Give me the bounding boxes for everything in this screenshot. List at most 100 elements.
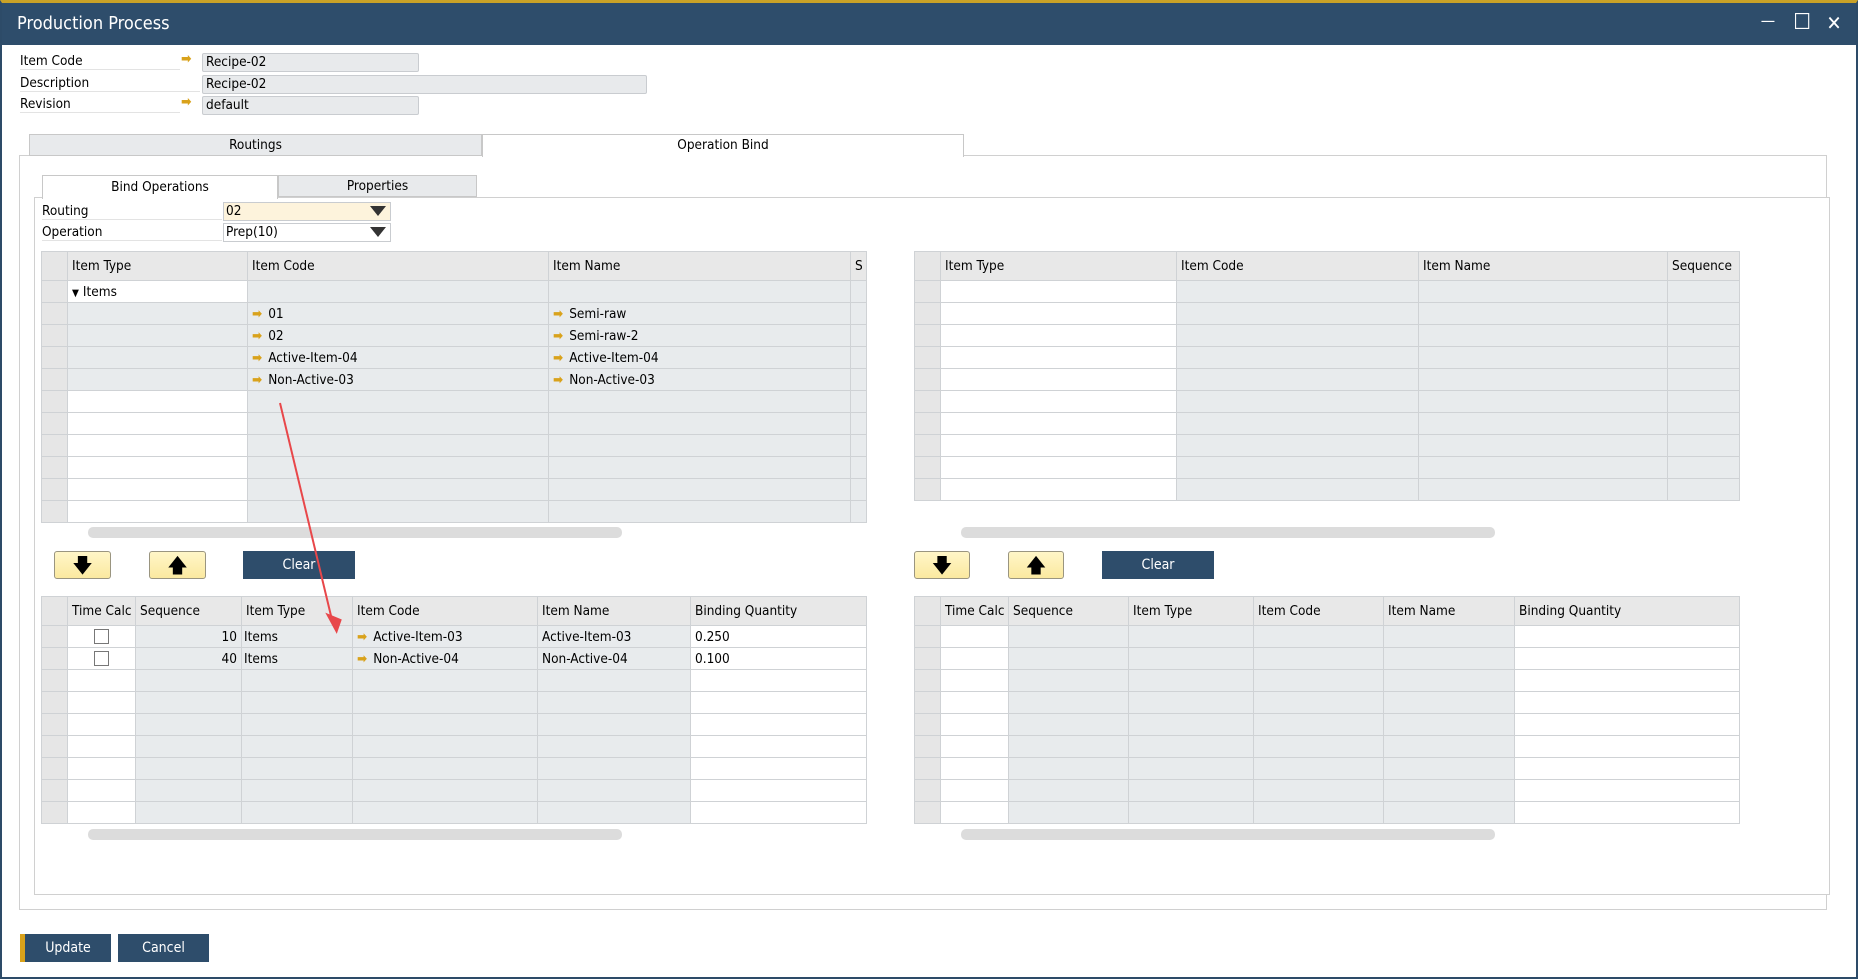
empty-cell[interactable] bbox=[1128, 669, 1254, 692]
row-header[interactable] bbox=[41, 434, 68, 457]
empty-cell[interactable] bbox=[1383, 669, 1515, 692]
row-header[interactable] bbox=[41, 456, 68, 479]
empty-cell[interactable] bbox=[1008, 735, 1129, 758]
empty-row[interactable] bbox=[914, 412, 1740, 435]
column-header[interactable]: Item Code bbox=[352, 596, 538, 626]
row-header[interactable] bbox=[914, 302, 941, 325]
empty-cell[interactable] bbox=[135, 779, 242, 802]
empty-row[interactable] bbox=[914, 757, 1740, 780]
empty-cell[interactable] bbox=[1418, 412, 1668, 435]
row-header[interactable] bbox=[41, 390, 68, 413]
empty-cell[interactable] bbox=[940, 456, 1177, 479]
empty-cell[interactable] bbox=[67, 669, 136, 692]
empty-cell[interactable] bbox=[537, 801, 691, 824]
minimize-icon[interactable]: — bbox=[1756, 9, 1780, 33]
empty-cell[interactable] bbox=[1514, 691, 1740, 714]
empty-cell[interactable] bbox=[1383, 647, 1515, 670]
description-field[interactable]: Recipe-02 bbox=[202, 75, 647, 94]
item-code-cell[interactable]: ➡ Non-Active-04 bbox=[352, 647, 538, 670]
table-row[interactable]: ➡ Active-Item-04 ➡ Active-Item-04 bbox=[41, 346, 867, 369]
row-header[interactable] bbox=[914, 625, 941, 648]
column-header[interactable]: Time Calc bbox=[67, 596, 136, 626]
empty-cell[interactable] bbox=[1667, 302, 1740, 325]
empty-cell[interactable] bbox=[1667, 280, 1740, 303]
empty-cell[interactable] bbox=[850, 412, 867, 435]
operation-select[interactable]: Prep(10) bbox=[223, 223, 391, 242]
empty-row[interactable] bbox=[914, 302, 1740, 325]
empty-row[interactable] bbox=[41, 713, 867, 736]
empty-cell[interactable] bbox=[1176, 346, 1419, 369]
empty-cell[interactable] bbox=[1008, 647, 1129, 670]
empty-cell[interactable] bbox=[548, 500, 851, 523]
row-header[interactable] bbox=[914, 691, 941, 714]
column-header[interactable]: Item Type bbox=[940, 251, 1177, 281]
row-header[interactable] bbox=[41, 368, 68, 391]
empty-cell[interactable] bbox=[241, 735, 353, 758]
sequence-cell[interactable]: 40 bbox=[135, 647, 242, 670]
item-name-cell[interactable]: Active-Item-03 bbox=[537, 625, 691, 648]
empty-cell[interactable] bbox=[940, 669, 1009, 692]
empty-row[interactable] bbox=[914, 434, 1740, 457]
empty-cell[interactable] bbox=[67, 735, 136, 758]
row-header[interactable] bbox=[41, 735, 68, 758]
horizontal-scrollbar[interactable] bbox=[961, 527, 1495, 538]
row-header[interactable] bbox=[914, 390, 941, 413]
empty-cell[interactable] bbox=[1176, 302, 1419, 325]
empty-row[interactable] bbox=[914, 713, 1740, 736]
empty-cell[interactable] bbox=[1514, 801, 1740, 824]
empty-cell[interactable] bbox=[135, 757, 242, 780]
column-header[interactable]: Item Name bbox=[548, 251, 851, 281]
empty-cell[interactable] bbox=[1383, 735, 1515, 758]
item-name-cell[interactable]: ➡ Non-Active-03 bbox=[548, 368, 851, 391]
clear-button[interactable]: Clear bbox=[1102, 551, 1214, 579]
binding-quantity-cell[interactable]: 0.250 bbox=[690, 625, 867, 648]
link-arrow-icon[interactable]: ➡ bbox=[181, 51, 192, 67]
empty-cell[interactable] bbox=[241, 779, 353, 802]
row-header[interactable] bbox=[914, 647, 941, 670]
empty-cell[interactable] bbox=[1383, 757, 1515, 780]
empty-cell[interactable] bbox=[940, 691, 1009, 714]
empty-cell[interactable] bbox=[1128, 779, 1254, 802]
row-header[interactable] bbox=[914, 757, 941, 780]
empty-cell[interactable] bbox=[690, 691, 867, 714]
empty-cell[interactable] bbox=[1176, 368, 1419, 391]
column-header[interactable]: Sequence bbox=[1667, 251, 1740, 281]
empty-cell[interactable] bbox=[135, 735, 242, 758]
empty-cell[interactable] bbox=[1253, 647, 1384, 670]
link-arrow-icon[interactable]: ➡ bbox=[252, 306, 262, 322]
empty-cell[interactable] bbox=[1418, 456, 1668, 479]
row-header[interactable] bbox=[41, 346, 68, 369]
empty-cell[interactable] bbox=[1128, 801, 1254, 824]
row-header[interactable] bbox=[41, 500, 68, 523]
column-header[interactable]: Sequence bbox=[1008, 596, 1129, 626]
empty-cell[interactable] bbox=[1383, 691, 1515, 714]
empty-cell[interactable] bbox=[1253, 801, 1384, 824]
row-header[interactable] bbox=[41, 779, 68, 802]
link-arrow-icon[interactable]: ➡ bbox=[252, 328, 262, 344]
empty-cell[interactable] bbox=[135, 801, 242, 824]
empty-cell[interactable] bbox=[1514, 647, 1740, 670]
link-arrow-icon[interactable]: ➡ bbox=[181, 94, 192, 110]
empty-row[interactable] bbox=[41, 500, 867, 523]
row-header[interactable] bbox=[914, 280, 941, 303]
empty-cell[interactable] bbox=[352, 779, 538, 802]
item-code-cell[interactable]: ➡ Active-Item-03 bbox=[352, 625, 538, 648]
empty-cell[interactable] bbox=[940, 412, 1177, 435]
time-calc-checkbox[interactable] bbox=[94, 651, 109, 666]
column-header[interactable]: Binding Quantity bbox=[690, 596, 867, 626]
item-code-cell[interactable]: ➡ 01 bbox=[247, 302, 549, 325]
empty-row[interactable] bbox=[41, 390, 867, 413]
empty-cell[interactable] bbox=[135, 713, 242, 736]
empty-cell[interactable] bbox=[1008, 669, 1129, 692]
empty-cell[interactable] bbox=[537, 735, 691, 758]
empty-cell[interactable] bbox=[537, 779, 691, 802]
empty-cell[interactable] bbox=[1667, 324, 1740, 347]
empty-cell[interactable] bbox=[850, 390, 867, 413]
empty-cell[interactable] bbox=[1128, 647, 1254, 670]
empty-cell[interactable] bbox=[1514, 625, 1740, 648]
column-header[interactable]: Item Type bbox=[67, 251, 248, 281]
empty-cell[interactable] bbox=[1253, 713, 1384, 736]
tab-properties[interactable]: Properties bbox=[278, 175, 477, 197]
empty-cell[interactable] bbox=[1418, 434, 1668, 457]
empty-cell[interactable] bbox=[1418, 368, 1668, 391]
